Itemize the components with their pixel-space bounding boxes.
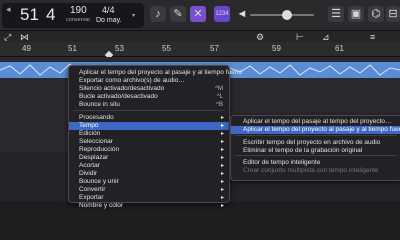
menu-item-label: Escribir tempo del proyecto en archivo d… (243, 139, 381, 146)
menu-item[interactable]: Reproducción ▸ (69, 146, 229, 154)
submenu-arrow-icon: ▸ (220, 171, 224, 177)
menu-item-shortcut: ^M (215, 86, 223, 92)
menu-item-label: Bounce y unir (79, 178, 119, 185)
ruler-mark: 49 (22, 44, 31, 53)
menu-item[interactable]: Desplazar ▸ (69, 154, 229, 162)
lcd-bar: 51 (20, 5, 39, 24)
ruler-mark: 53 (115, 44, 124, 53)
ruler[interactable]: 49 51 53 55 57 59 61 (0, 42, 400, 57)
submenu-arrow-icon: ▸ (220, 155, 224, 161)
submenu-arrow-icon: ▸ (220, 203, 224, 209)
menu-item[interactable]: Exportar como archivo(s) de audio… (69, 77, 229, 85)
menu-item[interactable]: Aplicar el tempo del proyecto al pasaje … (69, 69, 242, 77)
menu-item[interactable]: Bucle activado/desactivado ^L (69, 93, 229, 101)
lcd-tempo-mode: conservar (66, 17, 91, 23)
submenu-arrow-icon: ▸ (220, 179, 224, 185)
menu-item-label: Crear conjunto multipista con tempo inte… (243, 167, 379, 174)
menu-item-label: Aplicar el tempo del proyecto al pasaje … (243, 126, 400, 133)
menu-item[interactable]: Convertir ▸ (69, 186, 229, 194)
tempo-menu-item[interactable]: Aplicar el tempo del pasaje al tempo del… (231, 118, 400, 126)
submenu-arrow-icon: ▸ (220, 147, 224, 153)
menu-item[interactable]: Acortar ▸ (69, 162, 229, 170)
context-menu: Aplicar el tempo del proyecto al pasaje … (68, 65, 242, 209)
submenu-arrow-icon: ▸ (220, 139, 224, 145)
menu-item-label: Acortar (79, 162, 100, 169)
menu-item[interactable]: Dividir ▸ (69, 170, 229, 178)
midi-icon[interactable]: ◄ (234, 6, 250, 22)
tempo-menu-item[interactable]: Editor de tempo inteligente (231, 159, 400, 167)
ruler-mark: 55 (162, 44, 171, 53)
menu-item[interactable]: Edición ▸ (69, 130, 229, 138)
lcd-key: Do may. (96, 17, 122, 24)
list-editor-icon[interactable]: ☰ (328, 6, 344, 22)
menu-item[interactable]: Bounce in situ ^B (69, 101, 229, 109)
menu-item-label: Convertir (79, 186, 106, 193)
menu-item-label: Seleccionar (79, 138, 113, 145)
browser-icon[interactable]: ⊟ (386, 6, 400, 22)
ruler-mark: 51 (68, 44, 77, 53)
menu-item-label: Eliminar el tempo de la grabación origin… (243, 147, 363, 154)
tempo-menu-item[interactable]: Escribir tempo del proyecto en archivo d… (231, 139, 400, 147)
menu-item-label: Nombre y color (79, 202, 124, 209)
tempo-submenu: Aplicar el tempo del pasaje al tempo del… (230, 115, 400, 181)
menu-item-label: Silencio activado/desactivado (79, 85, 165, 92)
menu-item-label: Tempo (79, 122, 99, 129)
menu-item-label: Desplazar (79, 154, 109, 161)
submenu-arrow-icon: ▸ (220, 131, 224, 137)
submenu-arrow-icon: ▸ (220, 115, 224, 121)
menu-item-shortcut: ^B (216, 102, 223, 108)
ruler-mark: 59 (272, 44, 281, 53)
menu-item[interactable]: Exportar ▸ (69, 194, 229, 202)
lcd-beat: 4 (46, 5, 56, 24)
menu-item-label: Aplicar el tempo del proyecto al pasaje … (79, 69, 243, 76)
submenu-arrow-icon: ▸ (220, 163, 224, 169)
lcd-signature: 4/4 (102, 5, 115, 15)
metronome-icon[interactable]: ✎ (170, 6, 186, 22)
menu-item[interactable]: Nombre y color ▸ (69, 202, 229, 210)
menu-item-label: Dividir (79, 170, 98, 177)
menu-item-label: Bounce in situ (79, 101, 120, 108)
lcd-tempo: 190 (70, 5, 87, 16)
count-in-icon[interactable]: ✕ (190, 6, 206, 22)
menu-separator (73, 110, 225, 111)
menu-item-label: Reproducción (79, 146, 120, 153)
menu-item[interactable]: Silencio activado/desactivado ^M (69, 85, 229, 93)
lcd-dropdown-icon: ▾ (132, 13, 136, 19)
notepad-icon[interactable]: ▣ (348, 6, 364, 22)
tempo-menu-item[interactable]: Crear conjunto multipista con tempo inte… (231, 167, 400, 175)
ruler-mark: 61 (335, 44, 344, 53)
lcd-mode-icon: ◂ (6, 4, 11, 14)
menu-item-label: Edición (79, 130, 101, 137)
menu-item-label: Exportar (79, 194, 104, 201)
menu-item[interactable]: Seleccionar ▸ (69, 138, 229, 146)
tuner-icon[interactable]: ♪ (150, 6, 166, 22)
menu-item-label: Editor de tempo inteligente (243, 159, 321, 166)
menu-item[interactable]: Tempo ▸ (69, 122, 229, 130)
ruler-mark: 57 (210, 44, 219, 53)
menu-separator (235, 155, 397, 156)
menu-item-label: Exportar como archivo(s) de audio… (79, 77, 185, 84)
menu-item-shortcut: ^L (216, 94, 223, 100)
submenu-arrow-icon: ▸ (220, 123, 224, 129)
tempo-menu-item[interactable]: Aplicar el tempo del proyecto al pasaje … (231, 126, 400, 134)
menu-item-label: Bucle activado/desactivado (79, 93, 158, 100)
menu-item-label: Procesando (79, 114, 114, 121)
menu-item-label: Aplicar el tempo del pasaje al tempo del… (243, 118, 392, 125)
loop-browser-icon[interactable]: ⌬ (368, 6, 384, 22)
menu-item[interactable]: Procesando ▸ (69, 114, 229, 122)
lcd-display[interactable]: ◂ 51 4 190 conservar 4/4 Do may. ▾ (2, 3, 144, 28)
submenu-arrow-icon: ▸ (220, 187, 224, 193)
master-volume-knob[interactable] (282, 10, 292, 20)
menu-separator (235, 135, 397, 136)
submenu-arrow-icon: ▸ (220, 195, 224, 201)
menu-item[interactable]: Bounce y unir ▸ (69, 178, 229, 186)
tempo-menu-item[interactable]: Eliminar el tempo de la grabación origin… (231, 147, 400, 155)
count-in-badge[interactable]: 1234 (214, 6, 230, 22)
